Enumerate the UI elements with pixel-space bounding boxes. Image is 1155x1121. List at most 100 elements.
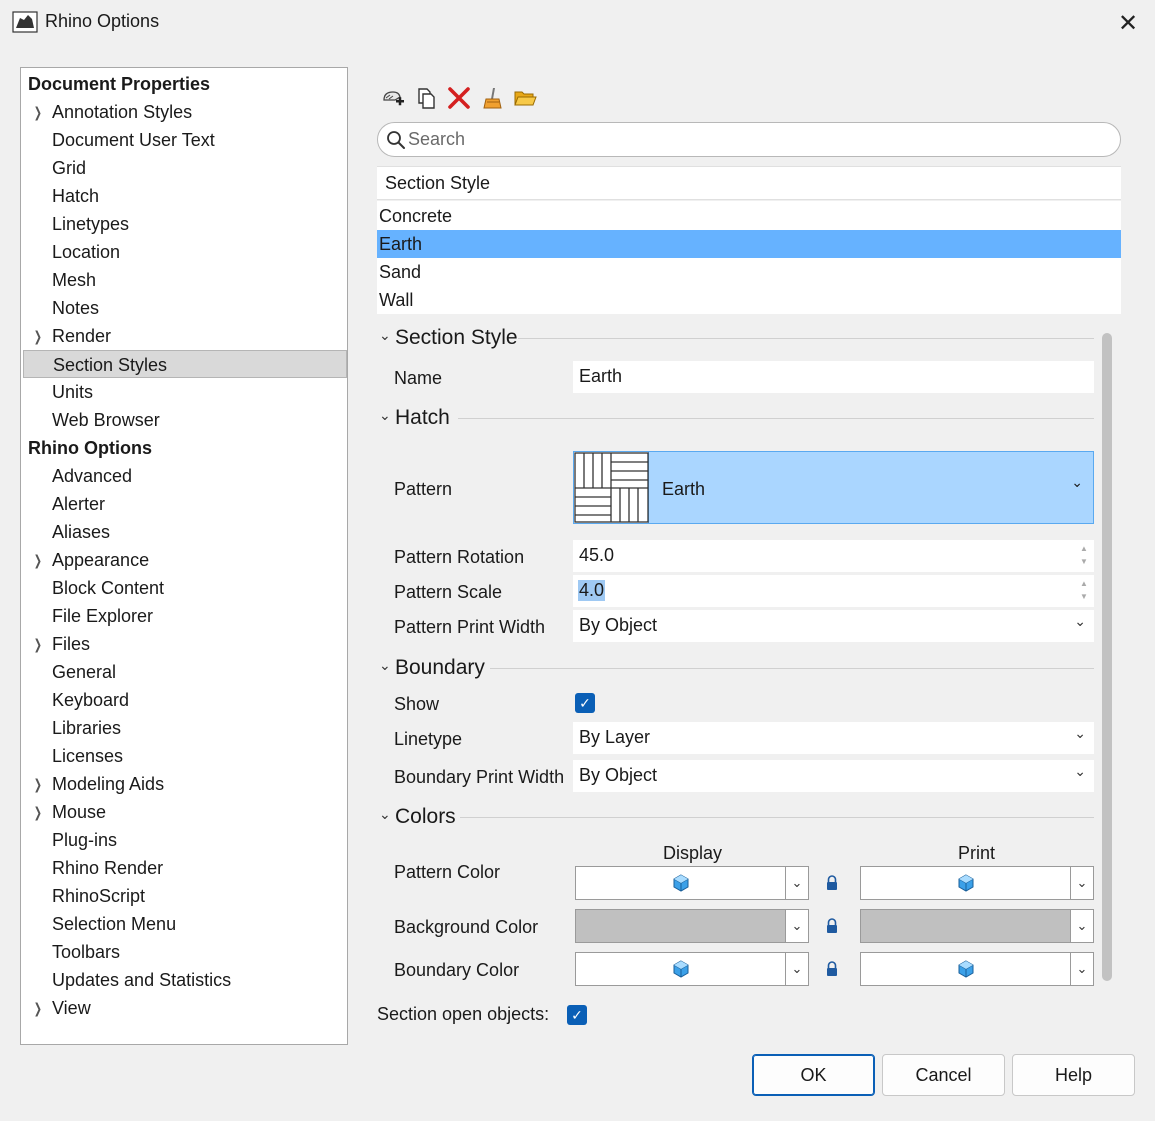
background-print-color-picker[interactable]: ⌄ xyxy=(860,909,1094,943)
pattern-dropdown[interactable]: Earth ⌄ xyxy=(573,451,1094,524)
tree-item[interactable]: Updates and Statistics xyxy=(23,966,347,994)
ok-button[interactable]: OK xyxy=(752,1054,875,1096)
tree-item[interactable]: ❯ Annotation Styles xyxy=(23,98,347,126)
pattern-print-width-dropdown[interactable]: By Object ⌄ xyxy=(573,610,1094,642)
list-item[interactable]: Wall xyxy=(377,286,1121,314)
chevron-down-icon[interactable]: ⌄ xyxy=(786,953,808,985)
boundary-print-color-picker[interactable]: ⌄ xyxy=(860,952,1094,986)
tree-item[interactable]: Notes xyxy=(23,294,347,322)
tree-item[interactable]: Keyboard xyxy=(23,686,347,714)
options-tree[interactable]: Document Properties ❯ Annotation Styles Doc… xyxy=(20,67,348,1045)
tree-item[interactable]: ❯ Mouse xyxy=(23,798,347,826)
chevron-down-icon: ⌄ xyxy=(1074,725,1086,741)
tree-item-label: Section Styles xyxy=(53,355,168,375)
new-style-icon[interactable] xyxy=(381,86,405,110)
hatch-group-header[interactable]: ⌄ Hatch xyxy=(377,406,457,434)
chevron-right-icon[interactable]: ❯ xyxy=(34,770,42,798)
cancel-button[interactable]: Cancel xyxy=(882,1054,1005,1096)
spin-up-icon[interactable]: ▲ xyxy=(1078,544,1090,554)
tree-item[interactable]: Plug-ins xyxy=(23,826,347,854)
tree-item[interactable]: File Explorer xyxy=(23,602,347,630)
spin-up-icon[interactable]: ▲ xyxy=(1078,579,1090,589)
tree-item[interactable]: General xyxy=(23,658,347,686)
tree-item[interactable]: Hatch xyxy=(23,182,347,210)
tree-item[interactable]: Mesh xyxy=(23,266,347,294)
tree-item[interactable]: Block Content xyxy=(23,574,347,602)
tree-item[interactable]: Grid xyxy=(23,154,347,182)
tree-item[interactable]: Licenses xyxy=(23,742,347,770)
spin-down-icon[interactable]: ▼ xyxy=(1078,557,1090,567)
pattern-rotation-field[interactable]: 45.0 ▲ ▼ xyxy=(573,540,1094,572)
lock-icon[interactable] xyxy=(825,918,839,934)
list-item[interactable]: Sand xyxy=(377,258,1121,286)
spin-down-icon[interactable]: ▼ xyxy=(1078,592,1090,602)
clean-icon[interactable] xyxy=(480,86,504,110)
tree-item-label: Files xyxy=(52,634,91,654)
show-boundary-checkbox[interactable]: ✓ xyxy=(575,693,595,713)
list-item[interactable]: Earth xyxy=(377,230,1121,258)
open-folder-icon[interactable] xyxy=(513,86,537,110)
pattern-scale-field[interactable]: 4.0 ▲ ▼ xyxy=(573,575,1094,607)
chevron-right-icon[interactable]: ❯ xyxy=(34,630,42,658)
section-open-objects-checkbox[interactable]: ✓ xyxy=(567,1005,587,1025)
pattern-print-color-picker[interactable]: ⌄ xyxy=(860,866,1094,900)
tree-item[interactable]: RhinoScript xyxy=(23,882,347,910)
lock-icon[interactable] xyxy=(825,961,839,977)
tree-item[interactable]: ❯ Appearance xyxy=(23,546,347,574)
duplicate-icon[interactable] xyxy=(414,86,438,110)
chevron-right-icon[interactable]: ❯ xyxy=(34,322,42,350)
tree-item[interactable]: Libraries xyxy=(23,714,347,742)
chevron-right-icon[interactable]: ❯ xyxy=(34,798,42,826)
boundary-group-header[interactable]: ⌄ Boundary xyxy=(377,656,487,684)
tree-item[interactable]: ❯ Files xyxy=(23,630,347,658)
search-box[interactable] xyxy=(377,122,1121,157)
boundary-display-color-picker[interactable]: ⌄ xyxy=(575,952,809,986)
section-style-group-header[interactable]: ⌄ Section Style xyxy=(377,326,518,354)
chevron-down-icon[interactable]: ⌄ xyxy=(1071,867,1093,899)
list-item[interactable]: Concrete xyxy=(377,202,1121,230)
tree-item[interactable]: ❯ Render xyxy=(23,322,347,350)
tree-item[interactable]: Linetypes xyxy=(23,210,347,238)
chevron-down-icon[interactable]: ⌄ xyxy=(786,910,808,942)
tree-item[interactable]: Aliases xyxy=(23,518,347,546)
search-input[interactable] xyxy=(408,127,1108,152)
tree-item-label: Mouse xyxy=(52,802,107,822)
tree-item[interactable]: ❯ View xyxy=(23,994,347,1022)
tree-item[interactable]: Advanced xyxy=(23,462,347,490)
help-button[interactable]: Help xyxy=(1012,1054,1135,1096)
chevron-right-icon[interactable]: ❯ xyxy=(34,546,42,574)
vertical-scrollbar[interactable] xyxy=(1102,333,1112,981)
tree-item[interactable]: Units xyxy=(23,378,347,406)
list-column-header[interactable]: Section Style xyxy=(377,166,1121,200)
boundary-print-width-dropdown[interactable]: By Object ⌄ xyxy=(573,760,1094,792)
linetype-dropdown[interactable]: By Layer ⌄ xyxy=(573,722,1094,754)
chevron-down-icon[interactable]: ⌄ xyxy=(786,867,808,899)
tree-item[interactable]: Alerter xyxy=(23,490,347,518)
tree-item-label: View xyxy=(52,998,91,1018)
chevron-down-icon[interactable]: ⌄ xyxy=(1071,910,1093,942)
tree-item[interactable]: Document User Text xyxy=(23,126,347,154)
close-icon[interactable]: ✕ xyxy=(1112,8,1144,38)
section-style-list[interactable]: Concrete Earth Sand Wall xyxy=(377,201,1121,314)
by-object-cube-icon xyxy=(673,960,688,978)
colors-group-header[interactable]: ⌄ Colors xyxy=(377,805,457,833)
chevron-right-icon[interactable]: ❯ xyxy=(34,98,42,126)
lock-icon[interactable] xyxy=(825,875,839,891)
tree-item[interactable]: Toolbars xyxy=(23,938,347,966)
chevron-down-icon[interactable]: ⌄ xyxy=(1071,953,1093,985)
delete-icon[interactable] xyxy=(447,86,471,110)
chevron-right-icon[interactable]: ❯ xyxy=(34,994,42,1022)
tree-item[interactable]: Location xyxy=(23,238,347,266)
tree-item[interactable]: Web Browser xyxy=(23,406,347,434)
name-field[interactable]: Earth xyxy=(573,361,1094,393)
chevron-down-icon: ⌄ xyxy=(379,657,391,673)
tree-item[interactable]: Rhino Render xyxy=(23,854,347,882)
tree-group-header[interactable]: Rhino Options xyxy=(23,434,347,462)
pattern-display-color-picker[interactable]: ⌄ xyxy=(575,866,809,900)
tree-item[interactable]: ❯ Modeling Aids xyxy=(23,770,347,798)
tree-item[interactable]: Selection Menu xyxy=(23,910,347,938)
tree-group-header[interactable]: Document Properties xyxy=(23,70,347,98)
tree-item-label: Toolbars xyxy=(52,942,121,962)
background-display-color-picker[interactable]: ⌄ xyxy=(575,909,809,943)
tree-item[interactable]: Section Styles xyxy=(23,350,347,378)
